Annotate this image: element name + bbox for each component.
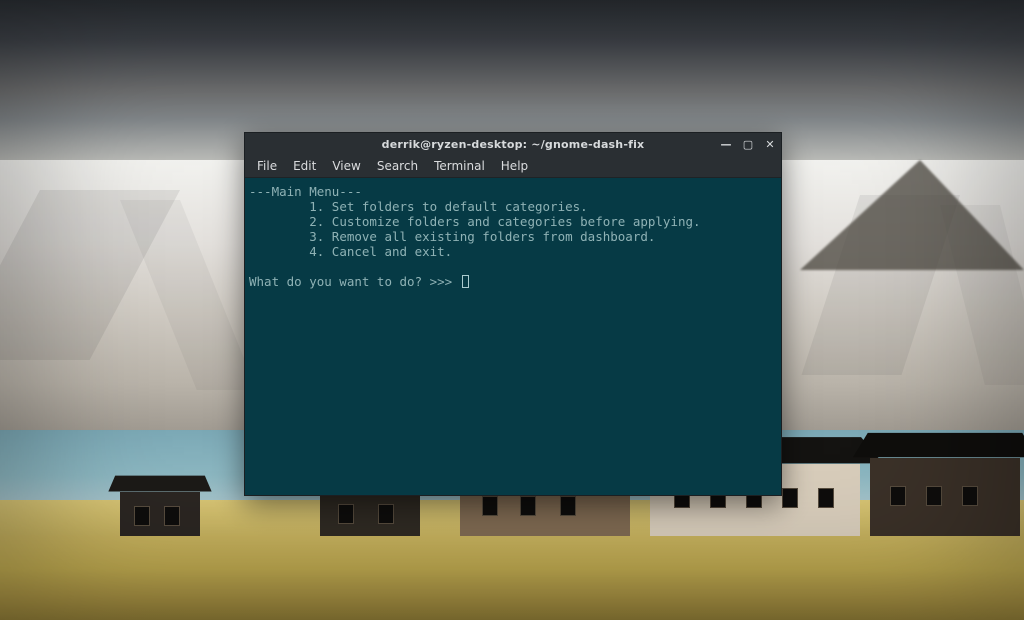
terminal-option-4: 4. Cancel and exit. bbox=[309, 244, 452, 259]
menu-view[interactable]: View bbox=[326, 157, 366, 175]
menu-edit[interactable]: Edit bbox=[287, 157, 322, 175]
terminal-window[interactable]: derrik@ryzen-desktop: ~/gnome-dash-fix —… bbox=[244, 132, 782, 496]
terminal-prompt: What do you want to do? >>> bbox=[249, 274, 460, 289]
decoration bbox=[120, 200, 257, 390]
terminal-option-3: 3. Remove all existing folders from dash… bbox=[309, 229, 655, 244]
window-maximize-button[interactable]: ▢ bbox=[741, 137, 755, 151]
window-close-button[interactable]: ✕ bbox=[763, 137, 777, 151]
decoration bbox=[800, 160, 1024, 270]
terminal-body[interactable]: ---Main Menu--- 1. Set folders to defaul… bbox=[245, 178, 781, 495]
menubar: File Edit View Search Terminal Help bbox=[245, 155, 781, 178]
decoration bbox=[120, 474, 208, 536]
menu-help[interactable]: Help bbox=[495, 157, 534, 175]
desktop-wallpaper: derrik@ryzen-desktop: ~/gnome-dash-fix —… bbox=[0, 0, 1024, 620]
menu-file[interactable]: File bbox=[251, 157, 283, 175]
menu-terminal[interactable]: Terminal bbox=[428, 157, 491, 175]
window-title: derrik@ryzen-desktop: ~/gnome-dash-fix bbox=[245, 138, 781, 151]
terminal-cursor bbox=[462, 275, 469, 288]
decoration bbox=[870, 430, 1024, 536]
terminal-option-2: 2. Customize folders and categories befo… bbox=[309, 214, 700, 229]
window-titlebar[interactable]: derrik@ryzen-desktop: ~/gnome-dash-fix —… bbox=[245, 133, 781, 155]
menu-search[interactable]: Search bbox=[371, 157, 424, 175]
terminal-option-1: 1. Set folders to default categories. bbox=[309, 199, 587, 214]
terminal-menu-header: ---Main Menu--- bbox=[249, 184, 362, 199]
window-minimize-button[interactable]: — bbox=[719, 137, 733, 151]
